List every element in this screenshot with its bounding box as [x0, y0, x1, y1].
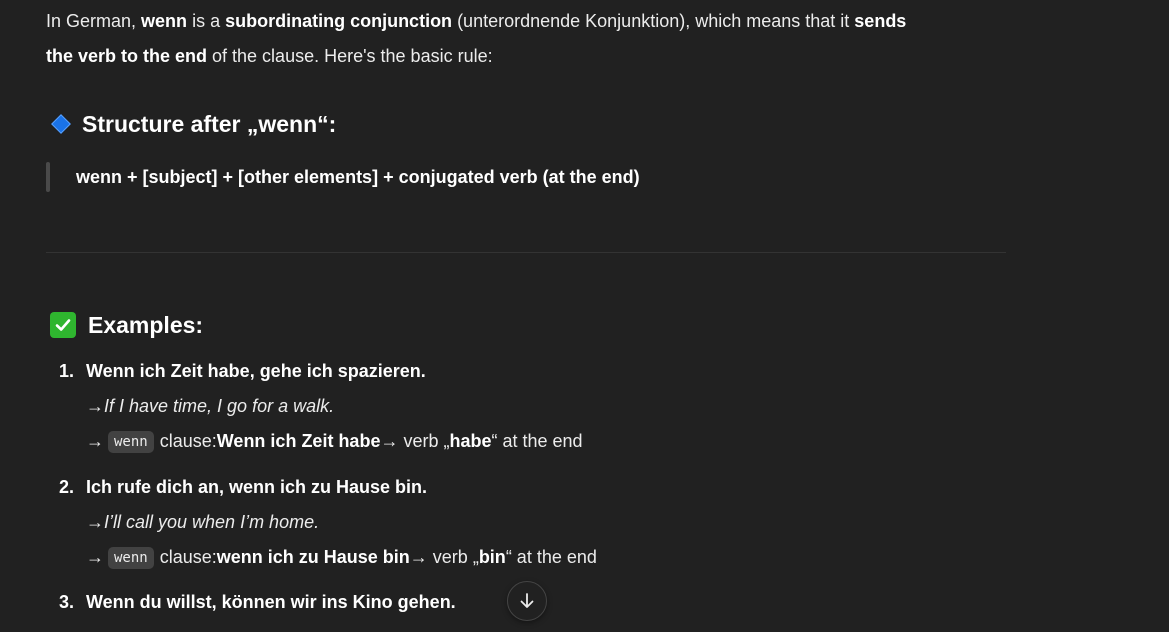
verb-note-text: “ at the end — [491, 431, 583, 451]
arrow-text: → — [86, 547, 104, 567]
examples-heading: Examples: — [50, 307, 203, 343]
arrow-down-icon — [520, 593, 534, 608]
intro-bold-conjunction: subordinating conjunction — [225, 11, 453, 31]
intro-text: is a — [187, 11, 226, 31]
verb-note-text: → verb „ — [409, 547, 479, 567]
scroll-to-bottom-button[interactable] — [507, 581, 547, 621]
example-translation: → I’ll call you when I’m home. — [46, 505, 1006, 540]
translation-text: If I have time, I go for a walk. — [104, 396, 335, 416]
verb-text: bin — [478, 547, 506, 567]
translation-text: I’ll call you when I’m home. — [104, 512, 320, 532]
inline-code: wenn — [108, 546, 154, 569]
example-sentence-text: Wenn du willst, können wir ins Kino gehe… — [86, 592, 456, 612]
structure-heading: Structure after „wenn“: — [50, 106, 336, 142]
intro-bold-verb-end: the verb to the end — [46, 46, 208, 66]
list-item: 2. Ich rufe dich an, wenn ich zu Hause b… — [46, 470, 1006, 575]
list-number: 3. — [58, 592, 74, 612]
structure-heading-text: Structure after „wenn“: — [82, 110, 337, 137]
intro-bold-wenn: wenn — [141, 11, 188, 31]
verb-note-text: “ at the end — [505, 547, 597, 567]
example-clause-note: → wenn clause: wenn ich zu Hause bin → ver… — [46, 540, 1006, 575]
blue-diamond-icon — [51, 114, 71, 134]
clause-label: clause: — [159, 547, 217, 567]
divider — [46, 252, 1006, 253]
clause-text: Wenn ich Zeit habe — [216, 431, 381, 451]
check-mark-icon — [50, 312, 76, 338]
examples-heading-text: Examples: — [88, 311, 204, 338]
example-sentence-text: Ich rufe dich an, wenn ich zu Hause bin. — [86, 477, 428, 497]
clause-label: clause: — [159, 431, 217, 451]
structure-rule-text: wenn + [subject] + [other elements] + co… — [76, 166, 640, 187]
list-number: 2. — [58, 477, 74, 497]
example-sentence: 2. Ich rufe dich an, wenn ich zu Hause b… — [46, 470, 1006, 505]
intro-bold-sends: sends — [854, 11, 907, 31]
blockquote-bar — [46, 162, 50, 192]
intro-text: of the clause. Here's the basic rule: — [207, 46, 493, 66]
list-number: 1. — [58, 361, 74, 381]
example-clause-note: → wenn clause: Wenn ich Zeit habe → verb „… — [46, 424, 1006, 459]
structure-rule-blockquote: wenn + [subject] + [other elements] + co… — [46, 162, 640, 192]
verb-text: habe — [449, 431, 492, 451]
arrow-text: → — [86, 396, 104, 416]
example-translation: → If I have time, I go for a walk. — [46, 389, 1006, 424]
clause-text: wenn ich zu Hause bin — [216, 547, 410, 567]
arrow-text: → — [86, 512, 104, 532]
example-sentence-text: Wenn ich Zeit habe, gehe ich spazieren. — [86, 361, 426, 381]
inline-code: wenn — [108, 430, 154, 453]
example-sentence: 1. Wenn ich Zeit habe, gehe ich spaziere… — [46, 354, 1006, 389]
intro-paragraph: In German, wenn is a subordinating conju… — [46, 4, 1006, 74]
verb-note-text: → verb „ — [380, 431, 450, 451]
intro-text: In German, — [46, 11, 142, 31]
list-item: 1. Wenn ich Zeit habe, gehe ich spaziere… — [46, 354, 1006, 459]
arrow-text: → — [86, 431, 104, 451]
intro-text: (unterordnende Konjunktion), which means… — [452, 11, 855, 31]
